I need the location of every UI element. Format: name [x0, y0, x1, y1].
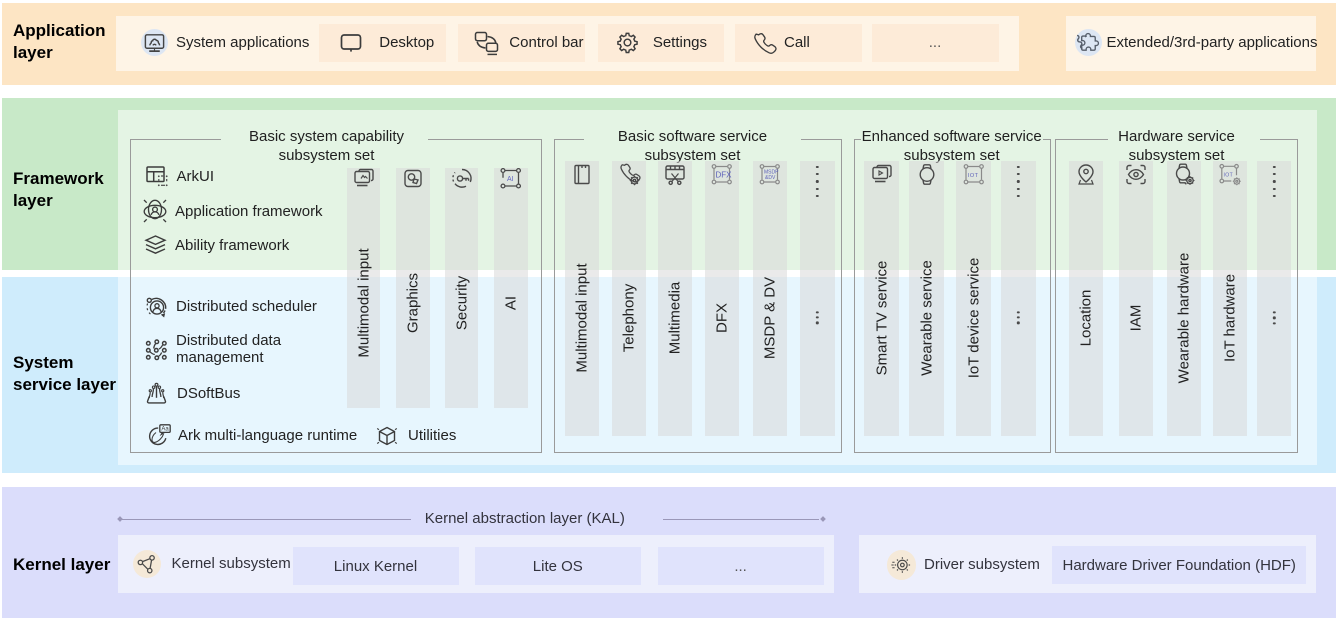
svg-text:&DV: &DV — [765, 175, 776, 181]
svg-text:Aa: Aa — [161, 426, 169, 432]
svg-text:AI: AI — [507, 176, 514, 183]
svg-text:DFX: DFX — [716, 170, 733, 179]
svg-text:IOT: IOT — [967, 173, 978, 179]
svg-text:IOT: IOT — [1223, 172, 1233, 178]
